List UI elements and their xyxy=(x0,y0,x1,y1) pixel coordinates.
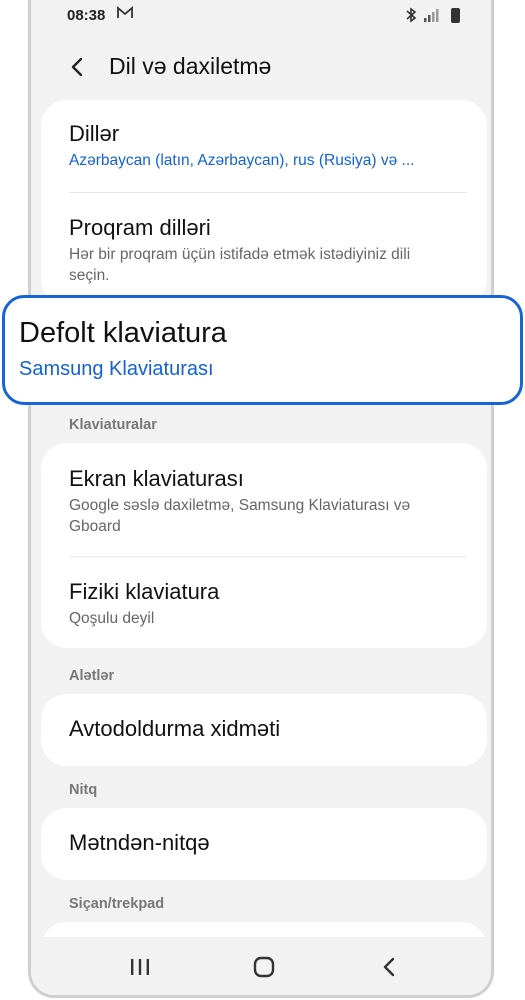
section-mouse: Siçan/trekpad xyxy=(69,896,165,912)
languages-subtitle: Azərbaycan (latın, Azərbaycan), rus (Rus… xyxy=(69,152,415,169)
bluetooth-icon xyxy=(405,7,417,23)
autofill-card: Avtodoldurma xidməti xyxy=(41,694,487,766)
back-arrow-icon xyxy=(71,57,83,77)
section-speech: Nitq xyxy=(69,782,98,798)
divider xyxy=(69,192,467,193)
default-keyboard-subtitle: Samsung Klaviaturası xyxy=(19,358,214,380)
navigation-bar xyxy=(31,937,491,995)
onscreen-keyboard-subtitle: Google səslə daxiletmə, Samsung Klaviatu… xyxy=(69,497,411,535)
back-button[interactable] xyxy=(61,50,95,84)
back-icon xyxy=(383,957,395,977)
signal-icon xyxy=(424,9,440,22)
tts-title: Mətndən-nitqə xyxy=(69,830,210,855)
section-keyboards: Klaviaturalar xyxy=(69,417,157,433)
tts-item[interactable]: Mətndən-nitqə xyxy=(69,829,467,857)
app-bar: Dil və daxiletmə xyxy=(31,38,491,94)
tts-card: Mətndən-nitqə xyxy=(41,808,487,880)
status-time: 08:38 xyxy=(67,7,106,24)
battery-icon xyxy=(451,8,460,23)
autofill-title: Avtodoldurma xidməti xyxy=(69,716,281,741)
recent-apps-button[interactable] xyxy=(125,952,155,982)
nav-back-button[interactable] xyxy=(375,952,405,982)
physical-keyboard-subtitle: Qoşulu deyil xyxy=(69,610,155,627)
keyboards-card: Ekran klaviaturası Google səslə daxiletm… xyxy=(41,443,487,648)
languages-title: Dillər xyxy=(69,121,120,146)
home-button[interactable] xyxy=(249,952,279,982)
languages-item[interactable]: Dillər Azərbaycan (latın, Azərbaycan), r… xyxy=(69,120,467,171)
section-tools: Alətlər xyxy=(69,668,115,684)
phone-frame: 08:38 Dil və daxiletmə Dillər Azərbaycan… xyxy=(28,0,494,998)
gmail-icon xyxy=(117,6,133,23)
physical-keyboard-item[interactable]: Fiziki klaviatura Qoşulu deyil xyxy=(69,578,467,629)
default-keyboard-title: Defolt klaviatura xyxy=(19,317,227,349)
onscreen-keyboard-title: Ekran klaviaturası xyxy=(69,466,244,491)
languages-card: Dillər Azərbaycan (latın, Azərbaycan), r… xyxy=(41,100,487,305)
status-bar: 08:38 xyxy=(31,0,491,32)
physical-keyboard-title: Fiziki klaviatura xyxy=(69,579,220,604)
app-languages-subtitle: Hər bir proqram üçün istifadə etmək istə… xyxy=(69,246,411,284)
recent-apps-icon xyxy=(131,959,149,975)
home-icon xyxy=(253,956,275,978)
divider xyxy=(69,556,467,557)
onscreen-keyboard-item[interactable]: Ekran klaviaturası Google səslə daxiletm… xyxy=(69,465,467,537)
autofill-item[interactable]: Avtodoldurma xidməti xyxy=(69,715,467,743)
default-keyboard-item[interactable]: Defolt klaviatura Samsung Klaviaturası xyxy=(2,295,523,405)
page-title: Dil və daxiletmə xyxy=(109,53,272,79)
app-languages-item[interactable]: Proqram dilləri Hər bir proqram üçün ist… xyxy=(69,214,467,286)
app-languages-title: Proqram dilləri xyxy=(69,215,211,240)
